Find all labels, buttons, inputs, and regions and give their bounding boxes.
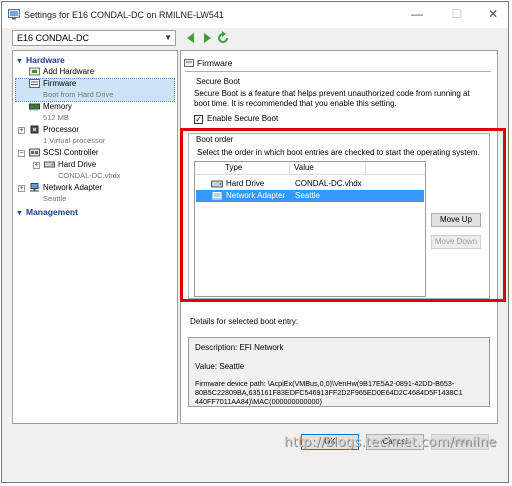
minimize-icon[interactable]: — — [404, 6, 430, 22]
sidebar-item-memory[interactable]: Memory — [29, 101, 72, 113]
network-adapter-icon — [30, 183, 39, 192]
watermark-url: http://blogs.technet.com/rmilne — [284, 435, 497, 450]
sidebar-item-scsi-controller[interactable]: SCSI Controller — [29, 147, 99, 159]
secure-boot-label: Secure Boot — [196, 77, 241, 86]
arrow-right-icon[interactable] — [200, 31, 214, 45]
hardware-section-header[interactable]: ▼ Hardware — [16, 54, 65, 66]
details-value: Value: Seattle — [195, 362, 245, 371]
memory-summary: 512 MB — [43, 113, 69, 122]
hard-drive-expand-toggle[interactable]: + — [33, 162, 40, 169]
sidebar-item-processor[interactable]: Processor — [29, 124, 79, 136]
scsi-controller-icon — [29, 148, 40, 157]
firmware-summary: Boot from Hard Drive — [43, 90, 114, 99]
window-title: Settings for E16 CONDAL-DC on RMILNE-LW5… — [24, 10, 224, 20]
firmware-icon — [184, 59, 194, 67]
arrow-left-icon[interactable] — [184, 31, 198, 45]
sidebar-item-add-hardware[interactable]: Add Hardware — [29, 66, 94, 78]
close-icon[interactable]: ✕ — [480, 6, 506, 22]
settings-tree: ▼ Hardware Add Hardware Firmware Boot fro… — [12, 50, 178, 424]
secure-boot-description-1: Secure Boot is a feature that helps prev… — [194, 89, 470, 98]
details-label: Details for selected boot entry: — [190, 317, 299, 326]
refresh-icon[interactable] — [216, 31, 230, 45]
details-description: Description: EFI Network — [195, 343, 284, 352]
scsi-collapse-toggle[interactable]: − — [18, 150, 25, 157]
toolbar: E16 CONDAL-DC ▼ — [2, 28, 508, 50]
boot-order-highlight — [180, 128, 506, 302]
settings-window: Settings for E16 CONDAL-DC on RMILNE-LW5… — [1, 1, 509, 483]
processor-summary: 1 Virtual processor — [43, 136, 106, 145]
details-path-3: 440FF7011AA84)\MAC(000000000000) — [195, 397, 322, 406]
management-section-header[interactable]: ▼ Management — [16, 206, 78, 218]
enable-secure-boot-label[interactable]: Enable Secure Boot — [207, 114, 278, 124]
secure-boot-description-2: boot time. It is recommended that you en… — [194, 99, 397, 108]
firmware-icon — [29, 79, 40, 89]
sidebar-item-network-adapter[interactable]: Network Adapter — [29, 182, 102, 194]
dialog-footer: OK Cancel Apply — [2, 424, 508, 482]
maximize-icon[interactable]: ☐ — [444, 6, 470, 22]
chevron-down-icon: ▼ — [164, 33, 172, 42]
add-hardware-icon — [29, 67, 40, 76]
page-title: Firmware — [197, 58, 233, 68]
vm-selector-value: E16 CONDAL-DC — [17, 33, 90, 43]
settings-app-icon — [8, 9, 20, 20]
network-adapter-expand-toggle[interactable]: + — [18, 185, 25, 192]
boot-entry-details: Description: EFI Network Value: Seattle … — [188, 337, 490, 407]
vm-selector-dropdown[interactable]: E16 CONDAL-DC ▼ — [12, 30, 176, 46]
title-bar: Settings for E16 CONDAL-DC on RMILNE-LW5… — [2, 2, 508, 28]
network-adapter-summary: Seattle — [43, 194, 67, 203]
sidebar-item-hard-drive[interactable]: Hard Drive — [44, 159, 96, 171]
hard-drive-icon — [44, 161, 55, 168]
chevron-down-icon: ▼ — [16, 210, 23, 217]
title-divider — [185, 71, 491, 72]
memory-icon — [29, 103, 40, 112]
processor-expand-toggle[interactable]: + — [18, 127, 25, 134]
enable-secure-boot-checkbox[interactable]: ✓ — [194, 115, 203, 124]
sidebar-item-firmware[interactable]: Firmware — [29, 78, 76, 90]
chevron-down-icon: ▼ — [16, 58, 23, 65]
hard-drive-summary: CONDAL-DC.vhdx — [58, 171, 121, 180]
processor-icon — [30, 125, 39, 134]
